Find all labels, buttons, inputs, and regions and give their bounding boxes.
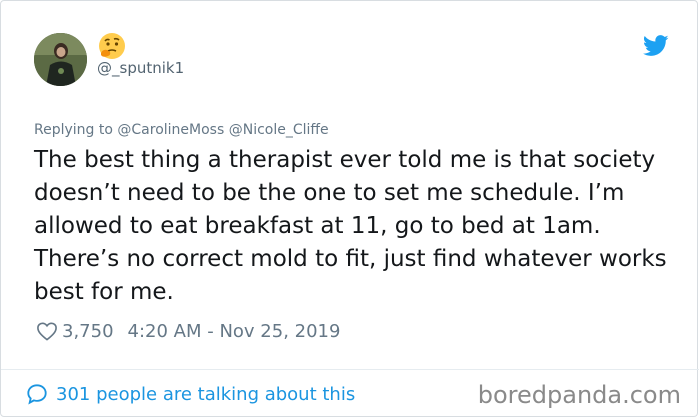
tweet-card: @_sputnik1 Replying to @CarolineMoss @Ni… — [0, 0, 699, 417]
avatar-photo — [34, 33, 87, 86]
heart-icon[interactable] — [36, 321, 58, 341]
user-handle[interactable]: @_sputnik1 — [97, 59, 184, 77]
twitter-bird-icon[interactable] — [642, 35, 669, 57]
watermark-brand: boredpanda.com — [477, 381, 681, 409]
tweet-text: The best thing a therapist ever told me … — [34, 147, 667, 305]
conversation-label: 301 people are talking about this — [56, 383, 356, 405]
divider — [1, 369, 699, 370]
thinking-face-emoji — [97, 31, 127, 61]
reply-mention-link[interactable]: @Nicole_Cliffe — [229, 122, 329, 138]
replying-prefix: Replying to — [34, 122, 113, 138]
speech-bubble-icon — [27, 384, 47, 405]
avatar[interactable] — [34, 33, 87, 86]
tweet-timestamp[interactable]: 4:20 AM - Nov 25, 2019 — [128, 321, 341, 342]
like-count: 3,750 — [62, 320, 114, 342]
reply-mention-link[interactable]: @CarolineMoss — [117, 122, 224, 138]
conversation-link[interactable]: 301 people are talking about this — [26, 383, 355, 405]
tweet-meta: 3,750 4:20 AM - Nov 25, 2019 — [36, 319, 340, 343]
replying-to: Replying to @CarolineMoss @Nicole_Cliffe — [34, 122, 329, 138]
